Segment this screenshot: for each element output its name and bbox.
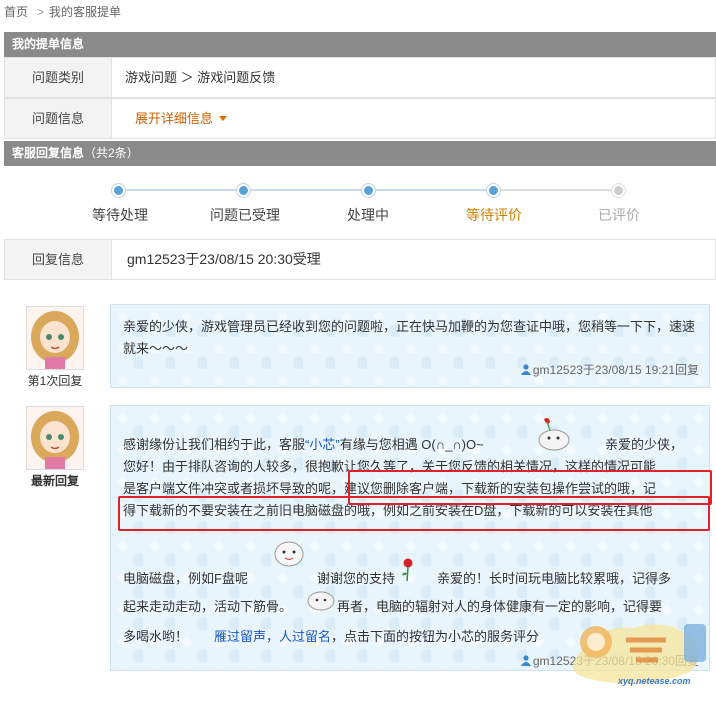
reply-tag: 第1次回复 [27, 374, 83, 388]
mascot-icon [271, 536, 307, 568]
agent-name: “小芯” [305, 437, 340, 452]
site-logo-watermark: xyq.netease.com [566, 612, 714, 696]
progress-line-pending [493, 189, 620, 191]
reply-info-value: gm12523于23/08/15 20:30受理 [127, 251, 321, 267]
reply2-line5c: 亲爱的！长时间玩电脑比较累哦，记得多 [437, 571, 672, 586]
avatar [26, 406, 84, 470]
progress-line-done [118, 189, 493, 191]
category-row: 问题类别 游戏问题 ＞ 游戏问题反馈 [4, 57, 716, 98]
breadcrumb-home-link[interactable]: 首页 [4, 5, 28, 19]
category-label: 问题类别 [5, 58, 112, 97]
reply2-line1: 感谢缘份让我们相约于此，客服“小芯”有缘与您相遇 O(∩_∩)O~ [123, 437, 484, 452]
progress-step-rated: 已评价 [598, 207, 640, 223]
category-value: 游戏问题 ＞ 游戏问题反馈 [125, 70, 276, 85]
mascot-icon [305, 586, 337, 612]
progress-dot-rated [612, 184, 625, 197]
ticket-section-header: 我的提单信息 [4, 32, 716, 57]
watermark-text: xyq.netease.com [618, 676, 691, 686]
reply2-line5a: 电脑磁盘，例如F盘呢 [123, 571, 248, 586]
ticket-section-title: 我的提单信息 [12, 37, 85, 51]
person-icon [520, 655, 531, 666]
expand-details-label: 展开详细信息 [135, 111, 214, 126]
breadcrumb-current: 我的客服提单 [49, 5, 122, 19]
breadcrumb-separator-icon: > [37, 5, 45, 19]
reply-bubble-1: 亲爱的少侠，游戏管理员已经收到您的问题啦，正在快马加鞭的为您查证中哦，您稍等一下… [110, 304, 710, 388]
reply-meta-1: gm12523于23/08/15 19:21回复 [520, 361, 699, 378]
reply-info-label: 回复信息 [5, 240, 112, 279]
progress-dot-processing [362, 184, 375, 197]
progress-step-accepted: 问题已受理 [210, 207, 280, 223]
expand-details-link[interactable]: 展开详细信息 [135, 99, 228, 138]
person-icon [520, 364, 531, 375]
highlight-box-lower [118, 496, 710, 531]
reply2-line1-end: 亲爱的少侠， [605, 437, 684, 452]
progress-step-waiting: 等待处理 [92, 207, 148, 223]
info-row: 问题信息 展开详细信息 [4, 98, 716, 139]
reply2-line6a: 起来走动走动，活动下筋骨。 [123, 599, 293, 614]
reply-text-1: 亲爱的少侠，游戏管理员已经收到您的问题啦，正在快马加鞭的为您查证中哦，您稍等一下… [123, 319, 696, 356]
progress-step-processing: 处理中 [347, 207, 389, 223]
reply-section-title: 客服回复信息 [12, 146, 85, 160]
reply-section-header: 客服回复信息（共2条） [4, 141, 716, 166]
reply-section-count: （共2条） [84, 146, 139, 160]
reply-info-row: 回复信息 gm12523于23/08/15 20:30受理 [4, 239, 716, 280]
progress-dot-await-rating [487, 184, 500, 197]
info-label: 问题信息 [5, 99, 112, 138]
progress-dot-accepted [237, 184, 250, 197]
rating-prompt-link[interactable]: 雁过留声，人过留名 [214, 629, 331, 644]
progress-dot-waiting [112, 184, 125, 197]
latest-reply-tag: 最新回复 [30, 474, 79, 488]
mascot-icon [533, 416, 571, 452]
rose-icon [401, 558, 415, 582]
reply2-line7: 多喝水哟！ 雁过留声，人过留名，点击下面的按钮为小芯的服务评分 [123, 629, 540, 644]
breadcrumb: 首页 > 我的客服提单 [4, 3, 125, 20]
progress-step-await-rating: 等待评价 [466, 207, 522, 223]
caret-down-icon [219, 116, 228, 121]
avatar [26, 306, 84, 370]
